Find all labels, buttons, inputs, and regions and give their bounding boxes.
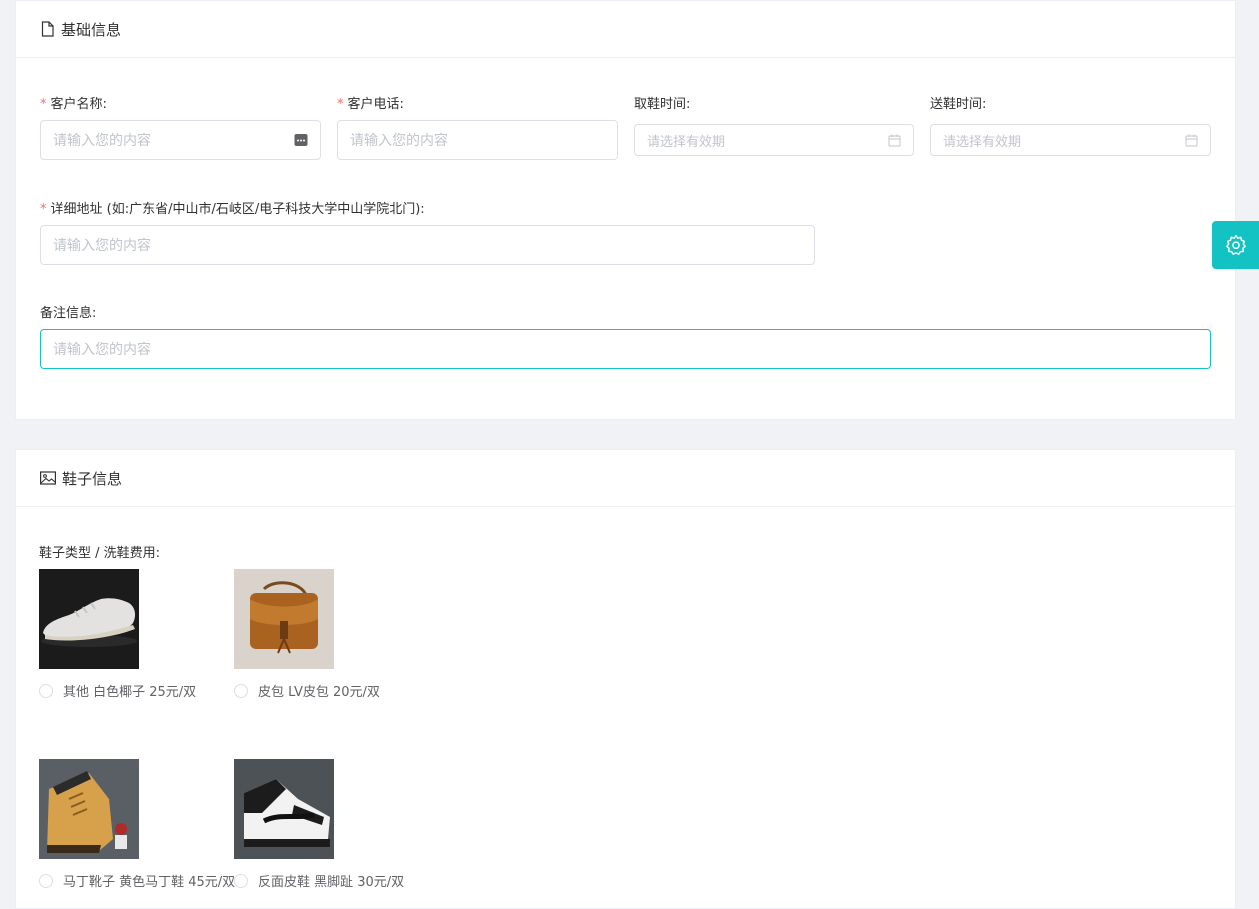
shoe-option-2[interactable]: 皮包 LV皮包 20元/双 [234, 569, 434, 700]
radio-button[interactable] [234, 683, 248, 698]
address-placeholder: 请输入您的内容 [53, 238, 151, 254]
shoe-option-3-label: 马丁靴子 黄色马丁鞋 45元/双 [63, 875, 235, 890]
basic-info-title: 基础信息 [61, 20, 122, 39]
shoe-option-2-radio-row[interactable]: 皮包 LV皮包 20元/双 [234, 681, 434, 700]
shoe-option-3[interactable]: 马丁靴子 黄色马丁鞋 45元/双 [39, 759, 239, 890]
required-mark: * [40, 97, 47, 112]
customer-phone-label: * 客户电话: [337, 93, 404, 112]
settings-button[interactable] [1212, 221, 1259, 269]
shoe-option-4-radio-row[interactable]: 反面皮鞋 黑脚趾 30元/双 [234, 871, 434, 890]
shoe-info-title: 鞋子信息 [62, 469, 123, 488]
gear-icon [1225, 235, 1246, 255]
remark-input[interactable]: 请输入您的内容 [40, 329, 1211, 369]
shoe-option-4[interactable]: 反面皮鞋 黑脚趾 30元/双 [234, 759, 434, 890]
shoe-option-1-radio-row[interactable]: 其他 白色椰子 25元/双 [39, 681, 239, 700]
customer-name-label-text: 客户名称: [50, 97, 107, 112]
calendar-icon [1185, 134, 1198, 147]
document-icon [41, 21, 54, 37]
customer-name-placeholder: 请输入您的内容 [53, 133, 151, 149]
shoe-info-header: 鞋子信息 [16, 450, 1235, 507]
brown-leather-bag-photo [234, 569, 334, 669]
shoe-option-3-radio-row[interactable]: 马丁靴子 黄色马丁鞋 45元/双 [39, 871, 239, 890]
address-label: * 详细地址 (如:广东省/中山市/石岐区/电子科技大学中山学院北门): [40, 198, 425, 217]
white-sneaker-photo [39, 569, 139, 669]
radio-button[interactable] [39, 873, 53, 888]
calendar-icon [888, 134, 901, 147]
remark-label: 备注信息: [40, 306, 97, 321]
shoe-option-2-label: 皮包 LV皮包 20元/双 [258, 685, 380, 700]
customer-name-label: * 客户名称: [40, 93, 107, 112]
pickup-time-placeholder: 请选择有效期 [647, 134, 726, 150]
remark-placeholder: 请输入您的内容 [53, 342, 151, 358]
basic-info-header: 基础信息 [16, 1, 1235, 58]
autofill-icon[interactable] [294, 133, 308, 147]
required-mark: * [40, 202, 47, 217]
pickup-time-label: 取鞋时间: [634, 97, 691, 112]
address-label-text: 详细地址 (如:广东省/中山市/石岐区/电子科技大学中山学院北门): [50, 202, 425, 217]
radio-button[interactable] [39, 683, 53, 698]
customer-phone-label-text: 客户电话: [347, 97, 404, 112]
delivery-time-label: 送鞋时间: [930, 97, 987, 112]
picture-icon [40, 471, 56, 485]
yellow-martin-boot-photo [39, 759, 139, 859]
shoe-option-1[interactable]: 其他 白色椰子 25元/双 [39, 569, 239, 700]
black-white-sneaker-photo [234, 759, 334, 859]
customer-phone-placeholder: 请输入您的内容 [350, 133, 448, 149]
address-input[interactable]: 请输入您的内容 [40, 225, 815, 265]
required-mark: * [337, 97, 344, 112]
shoe-option-1-label: 其他 白色椰子 25元/双 [63, 685, 197, 700]
pickup-time-picker[interactable]: 请选择有效期 [634, 124, 914, 156]
radio-button[interactable] [234, 873, 248, 888]
shoe-option-4-label: 反面皮鞋 黑脚趾 30元/双 [258, 875, 405, 890]
customer-phone-input[interactable]: 请输入您的内容 [337, 120, 618, 160]
delivery-time-picker[interactable]: 请选择有效期 [930, 124, 1211, 156]
shoe-type-label: 鞋子类型 / 洗鞋费用: [39, 546, 161, 561]
delivery-time-placeholder: 请选择有效期 [943, 134, 1022, 150]
customer-name-input[interactable]: 请输入您的内容 [40, 120, 321, 160]
